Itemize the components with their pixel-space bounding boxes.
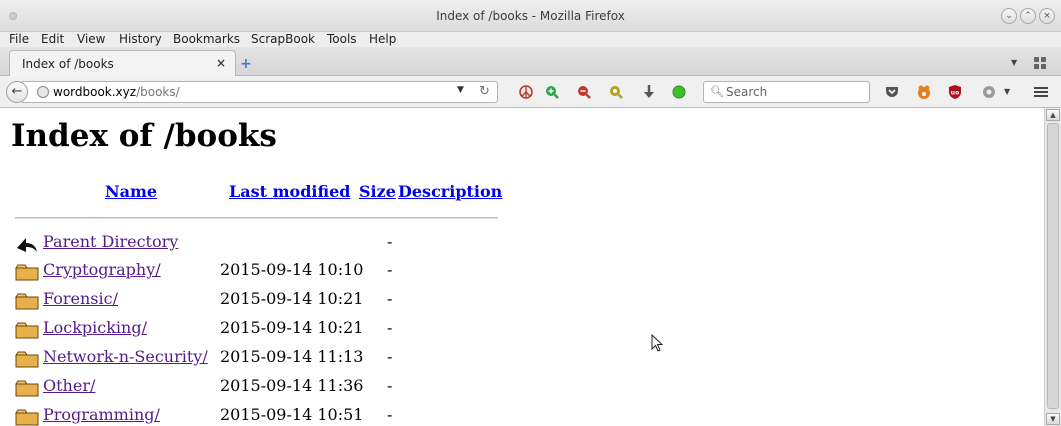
mouse-cursor-icon	[651, 334, 664, 352]
zoom-out-icon[interactable]	[576, 84, 592, 100]
tab-groups-icon[interactable]	[1034, 57, 1046, 69]
row-name-link[interactable]: Parent Directory	[43, 232, 178, 251]
table-row: Forensic/ 2015-09-14 10:21 -	[0, 289, 520, 311]
folder-icon	[15, 351, 39, 368]
peace-icon[interactable]	[518, 84, 534, 100]
folder-icon	[15, 322, 39, 339]
page-content: Index of /books Name Last modified Size …	[0, 108, 1044, 426]
zoom-in-icon[interactable]	[544, 84, 560, 100]
tab-strip: Index of /books × + ▼	[0, 47, 1061, 77]
download-icon[interactable]	[643, 84, 655, 100]
url-text[interactable]: wordbook.xyz/books/	[53, 85, 180, 99]
table-divider	[15, 217, 498, 219]
scrollbar-thumb[interactable]	[1047, 123, 1059, 409]
row-name-link[interactable]: Lockpicking/	[43, 318, 147, 337]
green-dot-icon[interactable]	[672, 85, 686, 99]
row-size: -	[387, 347, 393, 366]
folder-icon	[15, 293, 39, 310]
scroll-up-arrow-icon[interactable]: ▲	[1046, 109, 1060, 121]
folder-icon	[15, 409, 39, 426]
menu-icon[interactable]	[1034, 87, 1048, 98]
row-name-link[interactable]: Forensic/	[43, 289, 118, 308]
vertical-scrollbar[interactable]: ▲ ▼	[1044, 108, 1061, 426]
folder-icon	[15, 264, 39, 281]
extension-dropdown-icon[interactable]: ▼	[1004, 87, 1010, 96]
table-row: Lockpicking/ 2015-09-14 10:21 -	[0, 318, 520, 340]
row-date: 2015-09-14 10:21	[220, 318, 364, 337]
table-row: Cryptography/ 2015-09-14 10:10 -	[0, 260, 520, 282]
column-header-name[interactable]: Name	[105, 182, 157, 201]
reload-icon[interactable]: ↻	[479, 84, 490, 99]
menu-scrapbook[interactable]: ScrapBook	[251, 32, 315, 47]
back-arrow-icon[interactable]: ←	[6, 81, 28, 103]
folder-icon	[15, 380, 39, 397]
row-name-link[interactable]: Network-n-Security/	[43, 347, 208, 366]
row-date: 2015-09-14 11:36	[220, 376, 364, 395]
row-size: -	[387, 376, 393, 395]
close-icon[interactable]: ×	[1039, 8, 1055, 24]
svg-text:uo: uo	[951, 90, 959, 97]
new-tab-button[interactable]: +	[240, 56, 252, 72]
page-title: Index of /books	[11, 118, 277, 154]
back-icon	[17, 238, 37, 252]
menu-file[interactable]: File	[9, 32, 29, 47]
minimize-icon[interactable]: ⌄	[1001, 8, 1017, 24]
addon-icon[interactable]	[916, 84, 932, 100]
tab-list-chevron-icon[interactable]: ▼	[1011, 58, 1017, 67]
row-size: -	[387, 289, 393, 308]
url-path: /books/	[136, 85, 180, 99]
url-history-dropdown-icon[interactable]: ▼	[457, 85, 464, 95]
menu-bar: File Edit View History Bookmarks ScrapBo…	[0, 32, 1061, 47]
menu-edit[interactable]: Edit	[41, 32, 64, 47]
row-size: -	[387, 232, 393, 251]
table-row: Parent Directory -	[0, 232, 520, 254]
row-size: -	[387, 318, 393, 337]
tab-index-of-books[interactable]: Index of /books ×	[9, 50, 236, 77]
row-name-link[interactable]: Programming/	[43, 405, 160, 424]
window-title-bar: Index of /books - Mozilla Firefox ⌄ ⌃ ×	[0, 0, 1061, 32]
navigation-bar: wordbook.xyz/books/ ▼ ↻ ← 🔍︎ Search uo ▼	[0, 76, 1061, 108]
menu-help[interactable]: Help	[369, 32, 396, 47]
column-header-size[interactable]: Size	[359, 182, 396, 201]
row-date: 2015-09-14 10:51	[220, 405, 364, 424]
row-date: 2015-09-14 10:10	[220, 260, 364, 279]
url-host: wordbook.xyz	[53, 85, 137, 99]
menu-view[interactable]: View	[77, 32, 105, 47]
row-name-link[interactable]: Cryptography/	[43, 260, 161, 279]
window-title: Index of /books - Mozilla Firefox	[436, 9, 625, 23]
search-icon: 🔍︎	[710, 85, 724, 98]
menu-history[interactable]: History	[119, 32, 162, 47]
row-size: -	[387, 260, 393, 279]
row-size: -	[387, 405, 393, 424]
column-header-last-modified[interactable]: Last modified	[229, 182, 350, 201]
tab-close-icon[interactable]: ×	[216, 56, 226, 70]
row-name-link[interactable]: Other/	[43, 376, 95, 395]
globe-icon	[37, 86, 49, 98]
maximize-icon[interactable]: ⌃	[1020, 8, 1036, 24]
row-date: 2015-09-14 11:13	[220, 347, 364, 366]
column-header-description[interactable]: Description	[398, 182, 502, 201]
table-row: Programming/ 2015-09-14 10:51 -	[0, 405, 520, 426]
pocket-icon[interactable]	[885, 85, 899, 99]
search-input[interactable]	[726, 84, 866, 100]
tab-label: Index of /books	[22, 57, 114, 71]
url-bar[interactable]: wordbook.xyz/books/ ▼ ↻	[22, 81, 498, 103]
menu-tools[interactable]: Tools	[327, 32, 357, 47]
zoom-reset-icon[interactable]	[608, 84, 624, 100]
scroll-down-arrow-icon[interactable]: ▼	[1046, 413, 1060, 425]
search-field[interactable]: 🔍︎	[703, 81, 870, 103]
table-row: Other/ 2015-09-14 11:36 -	[0, 376, 520, 398]
extension-icon[interactable]	[981, 84, 997, 100]
ublock-icon[interactable]: uo	[947, 84, 963, 100]
table-row: Network-n-Security/ 2015-09-14 11:13 -	[0, 347, 520, 369]
menu-bookmarks[interactable]: Bookmarks	[173, 32, 240, 47]
row-date: 2015-09-14 10:21	[220, 289, 364, 308]
